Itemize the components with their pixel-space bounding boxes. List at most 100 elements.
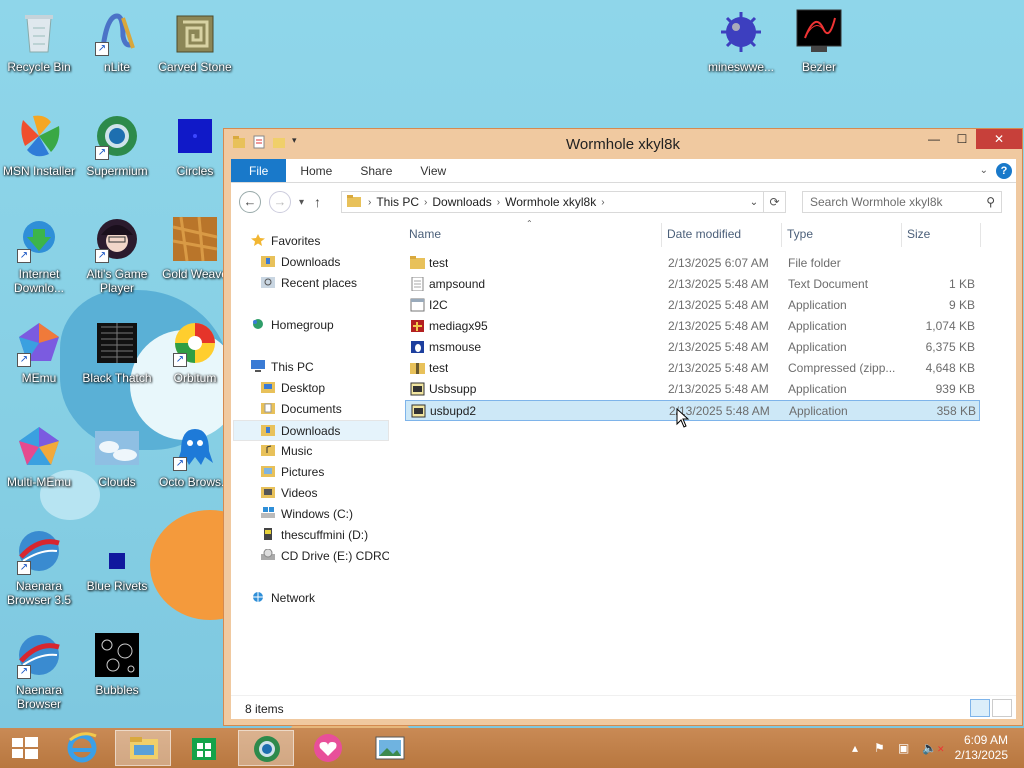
desktop-icon-label: Clouds [98, 475, 136, 489]
refresh-button[interactable]: ⟳ [763, 192, 785, 212]
close-button[interactable]: ✕ [976, 129, 1022, 149]
shortcut-arrow-icon: ↗ [173, 353, 187, 367]
desktop-icon-nlite[interactable]: ↗ nLite [78, 8, 156, 74]
search-input[interactable]: Search Wormhole xkyl8k ⚲ [802, 191, 1002, 213]
file-row[interactable]: ampsound 2/13/2025 5:48 AM Text Document… [405, 274, 980, 295]
chevron-right-icon[interactable]: › [601, 197, 604, 208]
shortcut-arrow-icon: ↗ [95, 42, 109, 56]
usb-drive-icon [261, 526, 275, 540]
help-icon[interactable]: ? [996, 162, 1012, 179]
large-icons-view-icon[interactable] [992, 699, 1012, 717]
shortcut-arrow-icon: ↗ [173, 457, 187, 471]
breadcrumb-this-pc[interactable]: This PC [371, 195, 424, 209]
nav-favorites-downloads[interactable]: Downloads [261, 252, 340, 273]
network-tray-icon[interactable]: ▣ [898, 741, 909, 755]
address-dropdown-icon[interactable]: ⌄ [745, 197, 763, 208]
column-header-type[interactable]: Type [787, 227, 813, 247]
nav-music[interactable]: Music [261, 441, 312, 462]
desktop-icon-multi-memu[interactable]: Multi-MEmu [0, 423, 78, 489]
navigation-pane: Favorites Downloads Recent places Homegr… [231, 221, 389, 695]
file-row[interactable]: I2C 2/13/2025 5:48 AM Application 9 KB [405, 295, 980, 316]
desktop-icon-black-thatch[interactable]: Black Thatch [78, 319, 156, 385]
tab-view[interactable]: View [406, 159, 460, 182]
file-list: Name ⌃ Date modified Type Size test 2/13… [405, 219, 1016, 695]
desktop-icon-internet-download-manager[interactable]: ↗ Internet Downlo... [0, 215, 78, 295]
volume-muted-icon[interactable]: 🔈✕ [922, 741, 945, 755]
recent-locations-dropdown[interactable]: ▾ [299, 197, 304, 208]
desktop-icon-label: mineswwe... [707, 60, 775, 74]
folder-icon [410, 256, 425, 270]
file-row[interactable]: msmouse 2/13/2025 5:48 AM Application 6,… [405, 337, 980, 358]
nav-drive-d[interactable]: thescuffmini (D:) [261, 525, 368, 546]
column-header-date-modified[interactable]: Date modified [667, 227, 741, 247]
recent-places-icon [261, 274, 275, 288]
computer-icon [251, 358, 265, 372]
zip-folder-icon [410, 361, 425, 375]
desktop-icon-bezier[interactable]: Bezier [780, 8, 858, 74]
tab-share[interactable]: Share [346, 159, 406, 182]
action-center-flag-icon[interactable]: ⚑ [874, 741, 885, 755]
details-view-icon[interactable] [970, 699, 990, 717]
heart-app-icon[interactable] [300, 730, 356, 766]
file-row[interactable]: test 2/13/2025 6:07 AM File folder [405, 253, 980, 274]
nav-this-pc[interactable]: This PC [251, 357, 314, 378]
search-icon[interactable]: ⚲ [986, 195, 995, 209]
mouse-cursor-icon [676, 407, 690, 431]
desktop-icon-recycle-bin[interactable]: Recycle Bin [0, 8, 78, 74]
internet-explorer-icon[interactable] [54, 730, 110, 766]
desktop-icon-memu[interactable]: ↗ MEmu [0, 319, 78, 385]
taskbar: ▴ ⚑ ▣ 🔈✕ 6:09 AM 2/13/2025 [0, 728, 1024, 768]
desktop-icon-bubbles[interactable]: Bubbles [78, 631, 156, 697]
photo-viewer-icon[interactable] [362, 730, 418, 766]
supermium-taskbar-button[interactable] [238, 730, 294, 766]
file-row-selected[interactable]: usbupd2 2/13/2025 5:48 AM Application 35… [405, 400, 980, 421]
desktop-icon-label: Blue Rivets [86, 579, 148, 593]
title-bar[interactable]: ▾ Wormhole xkyl8k — ☐ ✕ [224, 129, 1022, 159]
nav-network[interactable]: Network [251, 588, 315, 609]
app-icon [410, 298, 425, 312]
address-bar[interactable]: › This PC › Downloads › Wormhole xkyl8k … [341, 191, 786, 213]
nav-homegroup[interactable]: Homegroup [251, 315, 334, 336]
show-hidden-icons-icon[interactable]: ▴ [852, 741, 858, 755]
desktop-icon-naenara-browser[interactable]: ↗ Naenara Browser [0, 631, 78, 711]
desktop-icon-altis-game-player[interactable]: ↗ Alti's Game Player [78, 215, 156, 295]
maximize-button[interactable]: ☐ [948, 129, 976, 149]
store-icon[interactable] [176, 730, 232, 766]
up-arrow-icon[interactable]: ↑ [314, 194, 321, 210]
start-button[interactable] [0, 730, 50, 766]
nav-downloads[interactable]: Downloads [233, 420, 389, 441]
desktop-icon-supermium[interactable]: ↗ Supermium [78, 112, 156, 178]
file-row[interactable]: mediagx95 2/13/2025 5:48 AM Application … [405, 316, 980, 337]
column-header-name[interactable]: Name [409, 227, 441, 247]
desktop-icon-msn-installer[interactable]: MSN Installer [0, 112, 78, 178]
forward-button[interactable]: → [269, 191, 291, 213]
breadcrumb-current-folder[interactable]: Wormhole xkyl8k [500, 195, 601, 209]
music-folder-icon [261, 442, 275, 456]
nav-recent-places[interactable]: Recent places [261, 273, 357, 294]
file-explorer-taskbar-button[interactable] [115, 730, 171, 766]
file-row[interactable]: Usbsupp 2/13/2025 5:48 AM Application 93… [405, 379, 980, 400]
nav-pictures[interactable]: Pictures [261, 462, 324, 483]
back-button[interactable]: ← [239, 191, 261, 213]
desktop-icon-minesweeper[interactable]: mineswwe... [702, 8, 780, 74]
nav-favorites[interactable]: Favorites [251, 231, 320, 252]
desktop-icon-naenara-browser-35[interactable]: ↗ Naenara Browser 3.5 [0, 527, 78, 607]
nav-desktop[interactable]: Desktop [261, 378, 325, 399]
nav-drive-c[interactable]: Windows (C:) [261, 504, 353, 525]
desktop-icon-carved-stone[interactable]: Carved Stone [156, 8, 234, 74]
minimize-button[interactable]: — [920, 129, 948, 149]
breadcrumb-downloads[interactable]: Downloads [427, 195, 496, 209]
tab-file[interactable]: File [231, 159, 287, 182]
desktop-folder-icon [261, 379, 275, 393]
tab-home[interactable]: Home [286, 159, 346, 182]
installer-icon [411, 404, 426, 418]
file-row[interactable]: test 2/13/2025 5:48 AM Compressed (zipp.… [405, 358, 980, 379]
desktop-icon-clouds[interactable]: Clouds [78, 423, 156, 489]
nav-drive-e[interactable]: CD Drive (E:) CDROM [261, 546, 389, 567]
nav-documents[interactable]: Documents [261, 399, 342, 420]
column-header-size[interactable]: Size [907, 227, 930, 247]
expand-ribbon-icon[interactable]: ⌄ [980, 165, 988, 176]
nav-videos[interactable]: Videos [261, 483, 317, 504]
desktop-icon-blue-rivets[interactable]: Blue Rivets [78, 527, 156, 593]
system-clock[interactable]: 6:09 AM 2/13/2025 [955, 733, 1008, 763]
